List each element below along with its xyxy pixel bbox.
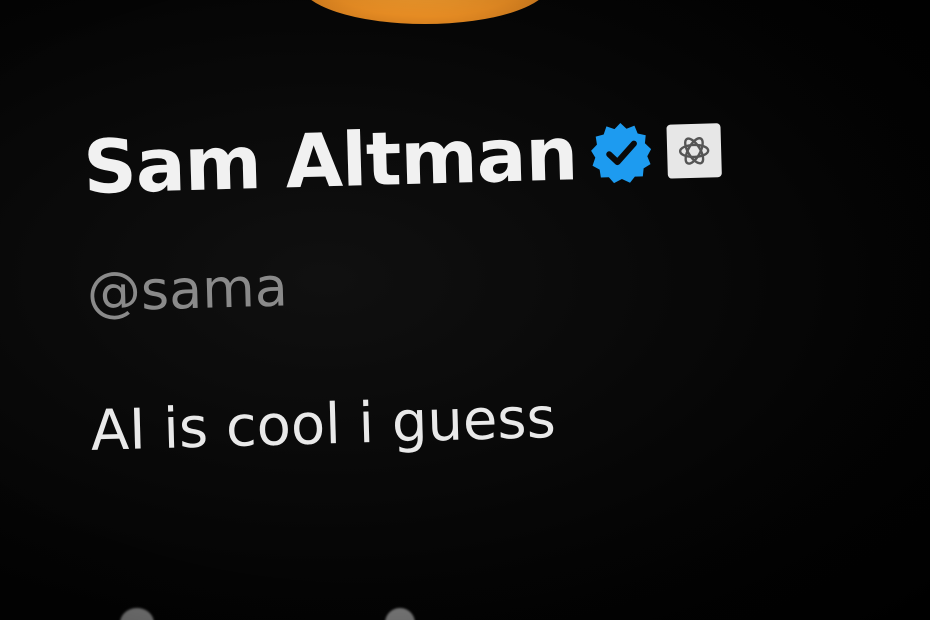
name-row: Sam Altman (82, 97, 844, 218)
profile-avatar[interactable] (300, 0, 550, 24)
partial-icon (120, 608, 154, 620)
display-name: Sam Altman (82, 111, 579, 211)
verified-badge-icon[interactable] (588, 120, 654, 186)
profile-header: Sam Altman @sama AI is cool i guess (82, 97, 851, 464)
profile-handle: @sama (85, 255, 289, 324)
openai-logo-icon[interactable] (666, 123, 722, 179)
profile-screen: Sam Altman @sama AI is cool i guess (0, 0, 930, 620)
partial-icon (385, 608, 415, 620)
profile-bio: AI is cool i guess (89, 385, 557, 464)
